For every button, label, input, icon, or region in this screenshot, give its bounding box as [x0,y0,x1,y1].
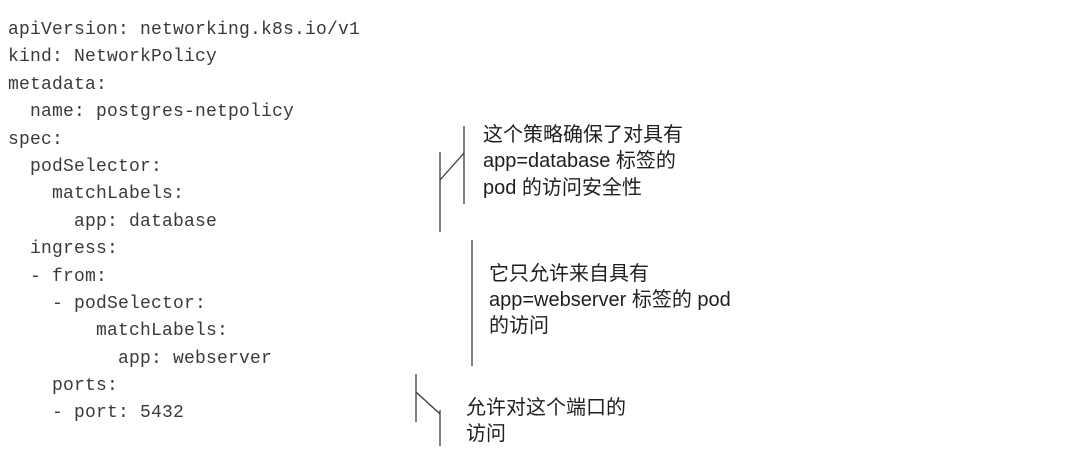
annotation-brackets [415,126,473,446]
bracket-port-tick [415,391,441,415]
annotation-port-line-2: 访问 [466,423,506,445]
annotation-policy-scope-line-1: 这个策略确保了对具有 [483,124,683,146]
annotation-policy-scope-line-3: pod 的访问安全性 [483,177,642,199]
yaml-document: apiVersion: networking.k8s.io/v1 kind: N… [0,0,1074,464]
annotation-ingress-source-line-1: 它只允许来自具有 [489,263,649,285]
annotation-policy-scope-line-2: app=database 标签的 [483,150,676,172]
annotation-port-line-1: 允许对这个端口的 [466,397,626,419]
annotation-ingress-source-line-3: 的访问 [489,315,549,337]
bracket-port [415,374,441,446]
bracket-policy-scope [439,126,465,232]
bracket-policy-scope-tick [439,152,465,181]
annotation-ingress-source-line-2: app=webserver 标签的 pod [489,289,731,311]
